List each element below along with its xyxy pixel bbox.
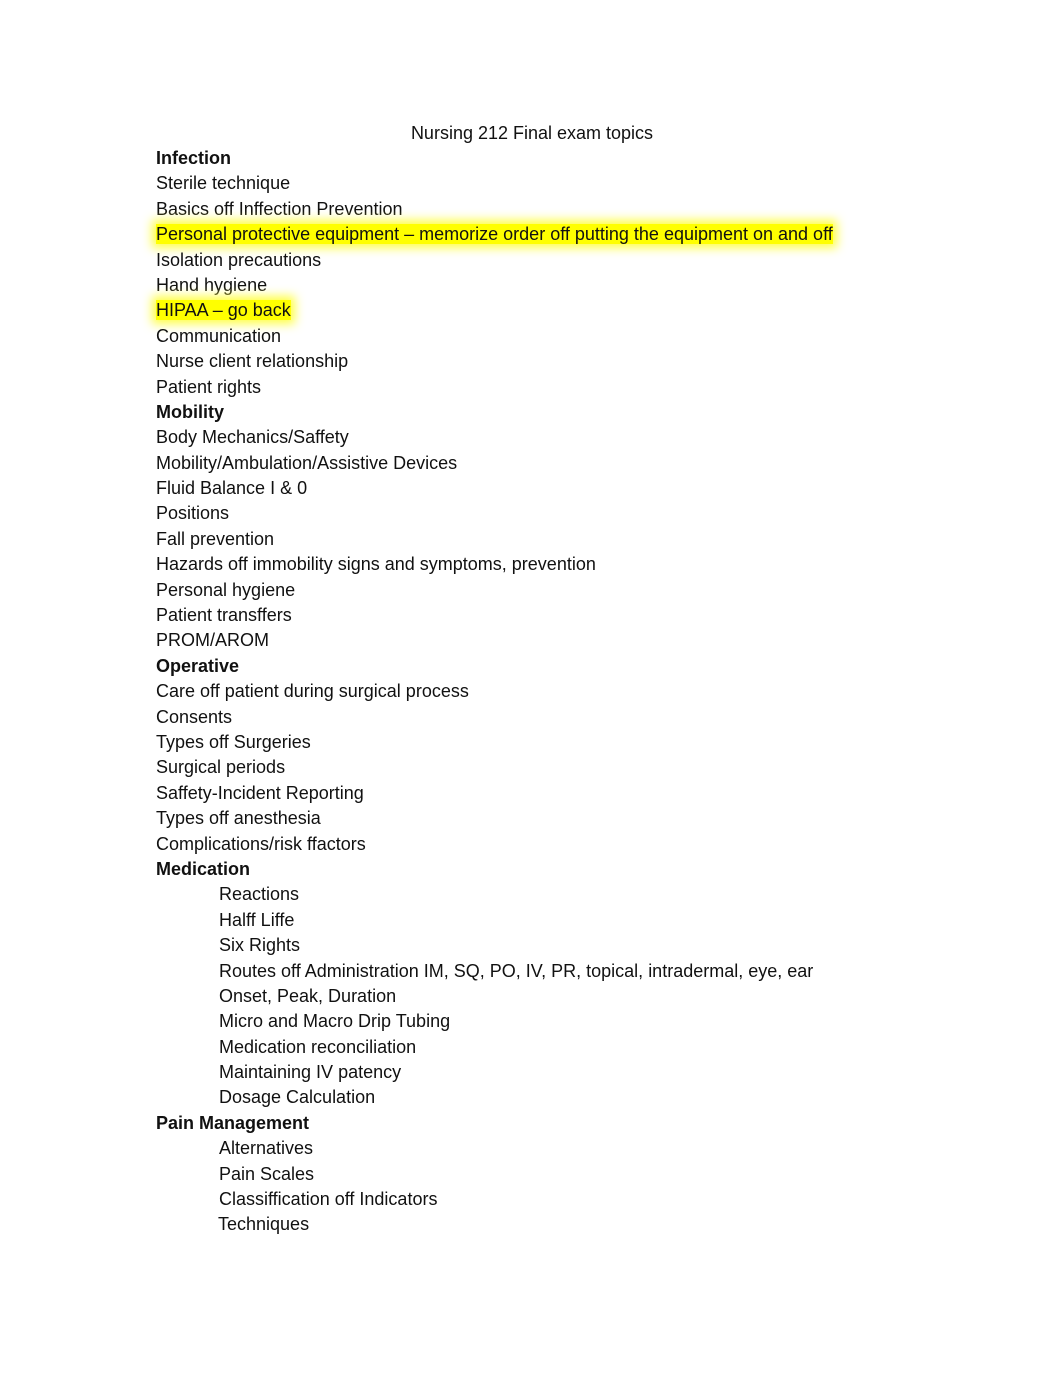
topic-text: Classiffication off Indicators bbox=[219, 1189, 438, 1210]
topic-text: Types off anesthesia bbox=[156, 808, 321, 829]
topic-text: Halff Liffe bbox=[219, 909, 295, 930]
topic-text: Complications/risk ffactors bbox=[156, 833, 366, 854]
document-page: Nursing 212 Final exam topics Infection S… bbox=[0, 0, 1062, 1377]
topic-text: Fall prevention bbox=[156, 528, 275, 549]
topic-text: Medication reconciliation bbox=[219, 1036, 417, 1057]
topic-text: Basics off Inffection Prevention bbox=[156, 198, 403, 219]
topic-text: Mobility/Ambulation/Assistive Devices bbox=[156, 452, 458, 473]
topic-text: Pain Scales bbox=[219, 1163, 315, 1184]
topic-text: Alternatives bbox=[219, 1138, 314, 1159]
topic-item: Complications/risk ffactors bbox=[156, 832, 833, 857]
highlighted-topic-text: HIPAA – go back bbox=[156, 300, 291, 321]
section-heading-infection: Infection bbox=[156, 148, 231, 168]
topic-text: Hazards off immobility signs and symptom… bbox=[156, 554, 596, 575]
topic-text: Patient transffers bbox=[156, 605, 292, 626]
topic-item: Techniques bbox=[156, 1212, 833, 1237]
topic-item: Dosage Calculation bbox=[156, 1085, 833, 1110]
topic-item: Six Rights bbox=[156, 933, 833, 958]
topic-text: Care off patient during surgical process bbox=[156, 681, 469, 702]
topic-item: Types off Surgeries bbox=[156, 730, 833, 755]
topic-item: Classiffication off Indicators bbox=[156, 1187, 833, 1212]
topic-item: Surgical periods bbox=[156, 755, 833, 780]
topic-item: Routes off Administration IM, SQ, PO, IV… bbox=[156, 959, 833, 984]
topic-item: Maintaining IV patency bbox=[156, 1060, 833, 1085]
topic-text: Dosage Calculation bbox=[219, 1087, 376, 1108]
topic-text: Types off Surgeries bbox=[156, 731, 311, 752]
topic-text: Surgical periods bbox=[156, 757, 286, 778]
topic-item: Halff Liffe bbox=[156, 908, 833, 933]
topic-text: Saffety-Incident Reporting bbox=[156, 782, 364, 803]
topic-list: Infection Sterile technique Basics off Inf… bbox=[156, 146, 833, 1238]
highlighted-topic-text: Personal protective equipment – memorize… bbox=[156, 224, 833, 245]
topic-item: Hand hygiene bbox=[156, 273, 833, 298]
section-heading-operative: Operative bbox=[156, 655, 240, 676]
topic-item: Micro and Macro Drip Tubing bbox=[156, 1009, 833, 1034]
topic-text: Reactions bbox=[219, 884, 300, 905]
topic-text: Isolation precautions bbox=[156, 249, 322, 270]
topic-item: Reactions bbox=[156, 882, 833, 907]
topic-item: HIPAA – go back bbox=[156, 298, 833, 323]
topic-text: Routes off Administration IM, SQ, PO, IV… bbox=[219, 960, 814, 981]
topic-text: Nurse client relationship bbox=[156, 351, 349, 372]
topic-text: Sterile technique bbox=[156, 173, 291, 194]
topic-item: Sterile technique bbox=[156, 171, 833, 196]
document-title: Nursing 212 Final exam topics bbox=[410, 123, 654, 143]
topic-item: Basics off Inffection Prevention bbox=[156, 197, 833, 222]
section-heading-medication: Medication bbox=[156, 858, 251, 879]
topic-item: Nurse client relationship bbox=[156, 349, 833, 374]
topic-text: Body Mechanics/Saffety bbox=[156, 427, 349, 448]
topic-text: Six Rights bbox=[219, 935, 301, 956]
topic-item: Pain Scales bbox=[156, 1162, 833, 1187]
topic-item: Personal protective equipment – memorize… bbox=[156, 222, 833, 247]
topic-text: Communication bbox=[156, 325, 282, 346]
topic-text: Onset, Peak, Duration bbox=[219, 985, 397, 1006]
topic-text: Hand hygiene bbox=[156, 274, 268, 295]
topic-item: Communication bbox=[156, 324, 833, 349]
topic-text: Personal hygiene bbox=[156, 579, 296, 600]
topic-item: Mobility/Ambulation/Assistive Devices bbox=[156, 451, 833, 476]
topic-text: Techniques bbox=[218, 1214, 310, 1235]
topic-item: Care off patient during surgical process bbox=[156, 679, 833, 704]
topic-item: Positions bbox=[156, 501, 833, 526]
topic-item: Body Mechanics/Saffety bbox=[156, 425, 833, 450]
topic-text: Positions bbox=[156, 503, 230, 524]
topic-item: Isolation precautions bbox=[156, 248, 833, 273]
topic-item: Consents bbox=[156, 705, 833, 730]
topic-text: Micro and Macro Drip Tubing bbox=[219, 1011, 451, 1032]
topic-text: Patient rights bbox=[156, 376, 262, 397]
topic-item: Personal hygiene bbox=[156, 578, 833, 603]
topic-item: Alternatives bbox=[156, 1136, 833, 1161]
topic-item: Patient transffers bbox=[156, 603, 833, 628]
topic-item: Patient rights bbox=[156, 375, 833, 400]
topic-text: Fluid Balance I & 0 bbox=[156, 478, 308, 499]
topic-text: PROM/AROM bbox=[156, 630, 270, 651]
topic-text: Maintaining IV patency bbox=[219, 1062, 402, 1083]
topic-text: Consents bbox=[156, 706, 233, 727]
topic-item: Saffety-Incident Reporting bbox=[156, 781, 833, 806]
topic-item: PROM/AROM bbox=[156, 628, 833, 653]
section-heading-pain-management: Pain Management bbox=[156, 1112, 310, 1133]
section-heading-mobility: Mobility bbox=[156, 401, 224, 422]
topic-item: Medication reconciliation bbox=[156, 1035, 833, 1060]
topic-item: Fall prevention bbox=[156, 527, 833, 552]
topic-item: Fluid Balance I & 0 bbox=[156, 476, 833, 501]
topic-item: Types off anesthesia bbox=[156, 806, 833, 831]
topic-item: Onset, Peak, Duration bbox=[156, 984, 833, 1009]
topic-item: Hazards off immobility signs and symptom… bbox=[156, 552, 833, 577]
